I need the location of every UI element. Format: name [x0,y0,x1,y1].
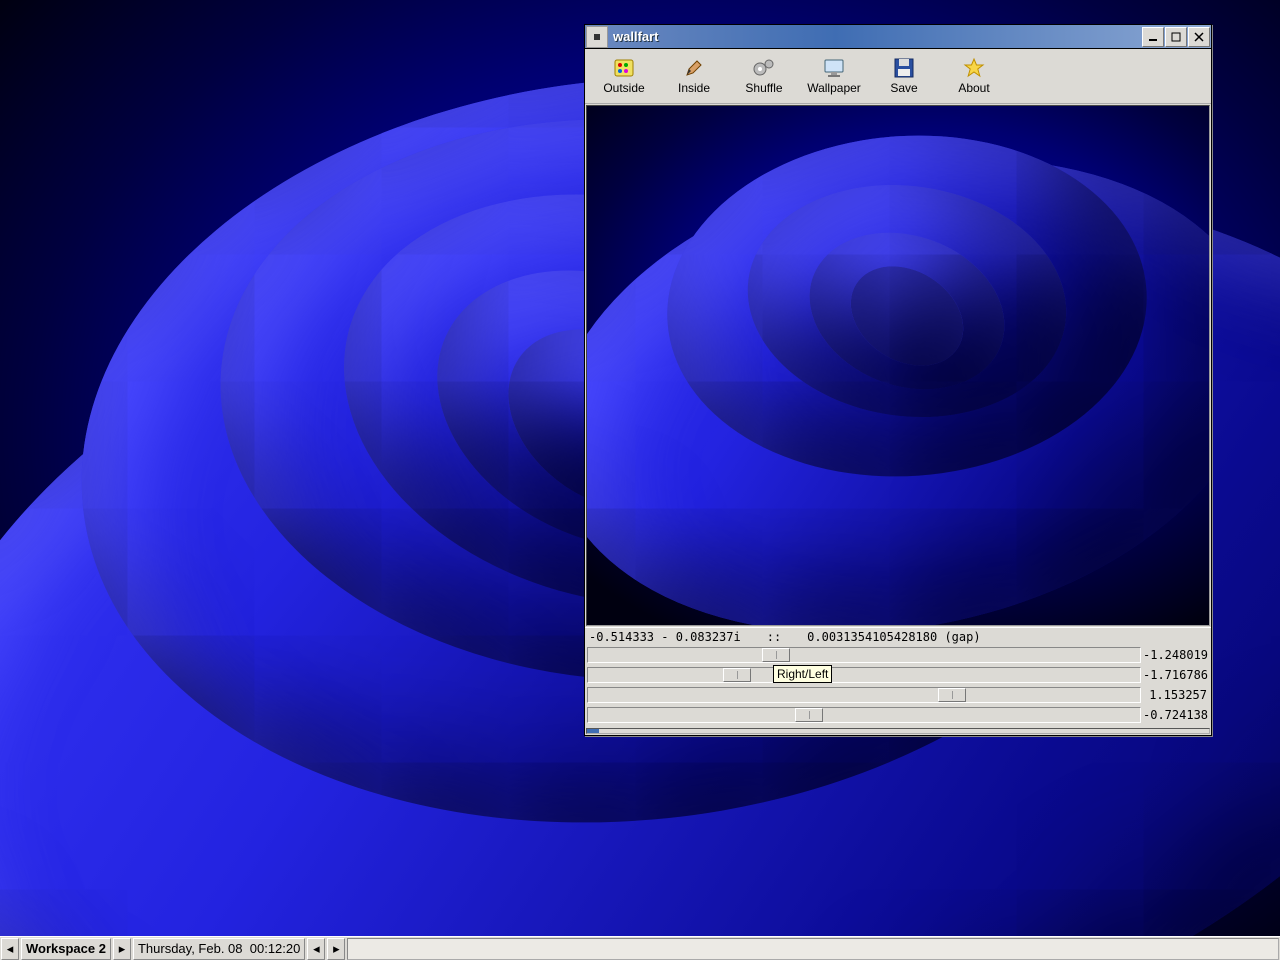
wallpaper-button[interactable]: Wallpaper [799,51,869,101]
slider-tooltip: Right/Left [773,665,832,683]
slider-3[interactable] [587,687,1141,703]
inside-button[interactable]: Inside [659,51,729,101]
titlebar[interactable]: wallfart [585,25,1211,49]
monitor-icon [822,57,846,79]
slider-thumb[interactable] [723,668,751,682]
slider-value: -1.248019 [1143,648,1209,662]
taskbar: ◂ Workspace 2 ▸ Thursday, Feb. 08 00:12:… [0,936,1280,960]
toolbar-label: About [958,81,989,95]
tasklist-area[interactable] [347,938,1279,960]
clock[interactable]: Thursday, Feb. 08 00:12:20 [133,938,305,960]
tasklist-prev-button[interactable]: ◂ [307,938,325,960]
slider-thumb[interactable] [795,708,823,722]
toolbar-label: Shuffle [745,81,782,95]
tasklist-next-button[interactable]: ▸ [327,938,345,960]
minimize-button[interactable] [1142,27,1164,47]
toolbar-label: Save [890,81,917,95]
workspace-prev-button[interactable]: ◂ [1,938,19,960]
workspace-label[interactable]: Workspace 2 [21,938,111,960]
slider-value: 1.153257 [1143,688,1209,702]
slider-2[interactable] [587,667,1141,683]
status-gap: 0.0031354105428180 (gap) [807,630,980,644]
slider-1[interactable] [587,647,1141,663]
pencil-icon [682,57,706,79]
status-sep: :: [767,630,781,644]
star-icon [962,57,986,79]
outside-button[interactable]: Outside [589,51,659,101]
slider-thumb[interactable] [762,648,790,662]
clock-time: 00:12:20 [250,941,301,956]
palette-icon [612,57,636,79]
fractal-preview[interactable] [586,105,1210,626]
slider-4[interactable] [587,707,1141,723]
clock-date: Thursday, Feb. 08 [138,941,243,956]
slider-panel: -1.248019 -1.716786 Right/Left 1.153257 … [585,645,1211,727]
floppy-icon [892,57,916,79]
toolbar-label: Outside [603,81,644,95]
status-line: -0.514333 - 0.083237i :: 0.0031354105428… [585,627,1211,645]
window-menu-icon[interactable] [586,26,608,48]
shuffle-button[interactable]: Shuffle [729,51,799,101]
slider-value: -1.716786 [1143,668,1209,682]
window-title: wallfart [609,29,1141,44]
close-button[interactable] [1188,27,1210,47]
maximize-button[interactable] [1165,27,1187,47]
workspace-next-button[interactable]: ▸ [113,938,131,960]
gears-icon [752,57,776,79]
progress-fill [587,729,599,733]
slider-thumb[interactable] [938,688,966,702]
about-button[interactable]: About [939,51,1009,101]
save-button[interactable]: Save [869,51,939,101]
wallfart-window: wallfart Outside Inside Shuffle Wallpape… [584,24,1212,736]
toolbar-label: Wallpaper [807,81,861,95]
toolbar: Outside Inside Shuffle Wallpaper Save Ab… [585,49,1211,104]
status-coord: -0.514333 - 0.083237i [589,630,741,644]
toolbar-label: Inside [678,81,710,95]
progress-bar [586,728,1210,734]
slider-value: -0.724138 [1143,708,1209,722]
